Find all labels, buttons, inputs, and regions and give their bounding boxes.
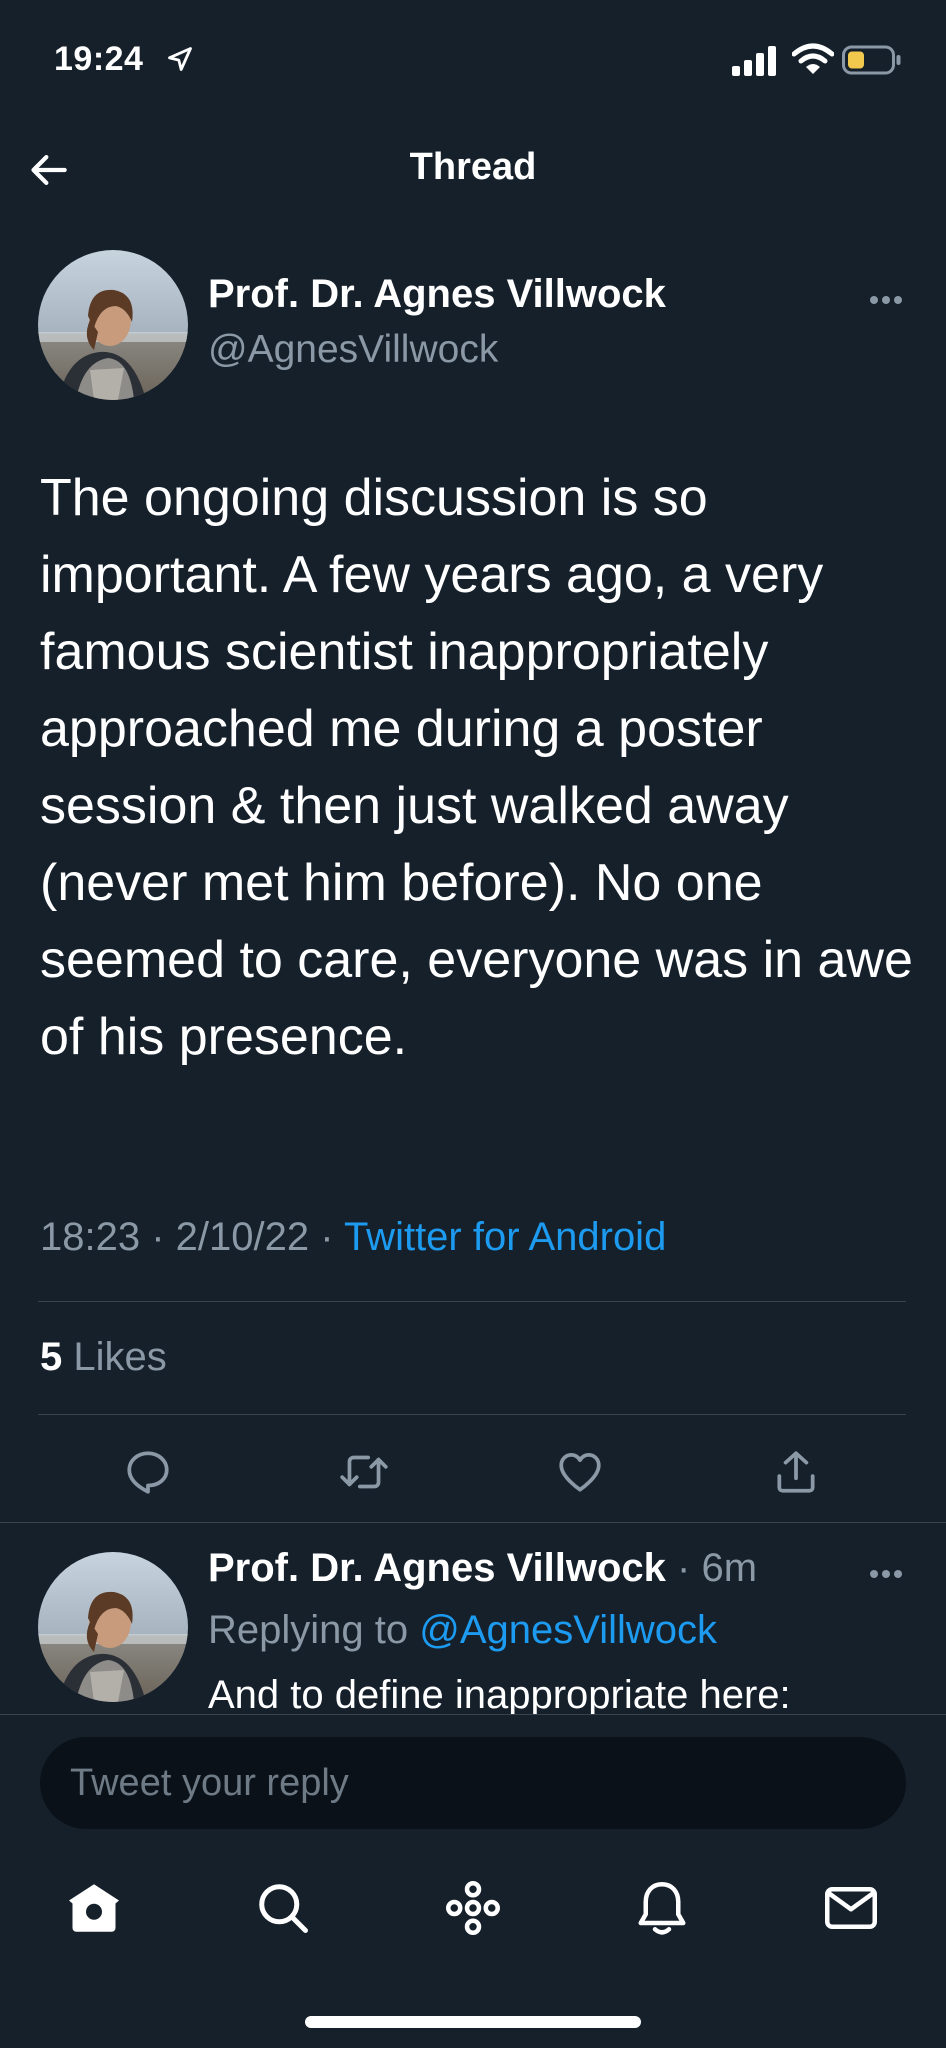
spaces-icon (445, 1880, 501, 1936)
reply-composer (0, 1714, 946, 1844)
header: Thread (0, 120, 946, 220)
tweet-date: 2/10/22 (175, 1215, 310, 1259)
thread-screen: 19:24 Thread Prof. Dr. Agnes Villwock @A… (0, 0, 946, 2048)
page-title: Thread (409, 146, 537, 188)
divider (38, 1414, 906, 1415)
comment-icon (127, 1451, 169, 1494)
tab-spaces[interactable] (437, 1872, 509, 1944)
reply-input[interactable] (40, 1737, 906, 1829)
mail-icon (825, 1887, 877, 1929)
likes-summary[interactable]: 5 Likes (40, 1335, 167, 1380)
avatar-photo (38, 250, 188, 400)
reply-button[interactable] (118, 1442, 178, 1502)
replying-to-label: Replying to (208, 1608, 420, 1652)
tab-home[interactable] (58, 1872, 130, 1944)
author-name[interactable]: Prof. Dr. Agnes Villwock (208, 272, 666, 317)
wifi-icon (792, 43, 834, 74)
likes-count: 5 (40, 1335, 63, 1379)
location-arrow-icon (168, 47, 192, 71)
meta-separator: · (665, 1546, 702, 1590)
heart-icon (559, 1453, 601, 1492)
tab-search[interactable] (247, 1872, 319, 1944)
tweet-time: 18:23 (40, 1215, 141, 1259)
divider (38, 1301, 906, 1302)
more-options-button[interactable] (856, 280, 916, 320)
meta-separator: · (140, 1215, 176, 1259)
home-icon (69, 1884, 119, 1932)
tab-messages[interactable] (815, 1872, 887, 1944)
avatar[interactable] (38, 250, 188, 400)
tweet-meta: 18:23 · 2/10/22 · Twitter for Android (40, 1215, 666, 1260)
reply-more-options-button[interactable] (856, 1554, 916, 1594)
ellipsis-icon (870, 296, 902, 304)
avatar-photo (38, 1552, 188, 1702)
tweet-source-link[interactable]: Twitter for Android (344, 1215, 666, 1259)
home-indicator[interactable] (305, 2016, 641, 2028)
ellipsis-icon (870, 1570, 902, 1578)
replying-to-line: Replying to @AgnesVillwock (208, 1608, 717, 1653)
reply-header: Prof. Dr. Agnes Villwock · 6m (208, 1546, 757, 1591)
bottom-tab-bar (0, 1844, 946, 2048)
replying-to-mention[interactable]: @AgnesVillwock (419, 1608, 717, 1652)
reply-text: And to define inappropriate here: (208, 1673, 791, 1715)
retweet-icon (340, 1455, 388, 1489)
reply-time: 6m (701, 1546, 758, 1590)
author-handle[interactable]: @AgnesVillwock (208, 328, 498, 372)
status-time: 19:24 (54, 40, 144, 78)
retweet-button[interactable] (334, 1442, 394, 1502)
reply-avatar[interactable] (38, 1552, 188, 1702)
tweet-text: The ongoing discussion is so important. … (40, 469, 913, 1066)
reply-tweet[interactable]: Prof. Dr. Agnes Villwock · 6m Replying t… (0, 1522, 946, 1715)
tab-notifications[interactable] (626, 1872, 698, 1944)
share-icon (777, 1451, 815, 1493)
share-button[interactable] (766, 1442, 826, 1502)
bell-icon (638, 1882, 686, 1935)
likes-label: Likes (62, 1335, 167, 1379)
like-button[interactable] (550, 1442, 610, 1502)
reply-author-name[interactable]: Prof. Dr. Agnes Villwock (208, 1546, 666, 1590)
status-bar: 19:24 (0, 0, 946, 120)
battery-icon (842, 45, 901, 75)
search-icon (259, 1884, 308, 1933)
meta-separator: · (309, 1215, 344, 1259)
cellular-signal-icon (732, 46, 776, 76)
